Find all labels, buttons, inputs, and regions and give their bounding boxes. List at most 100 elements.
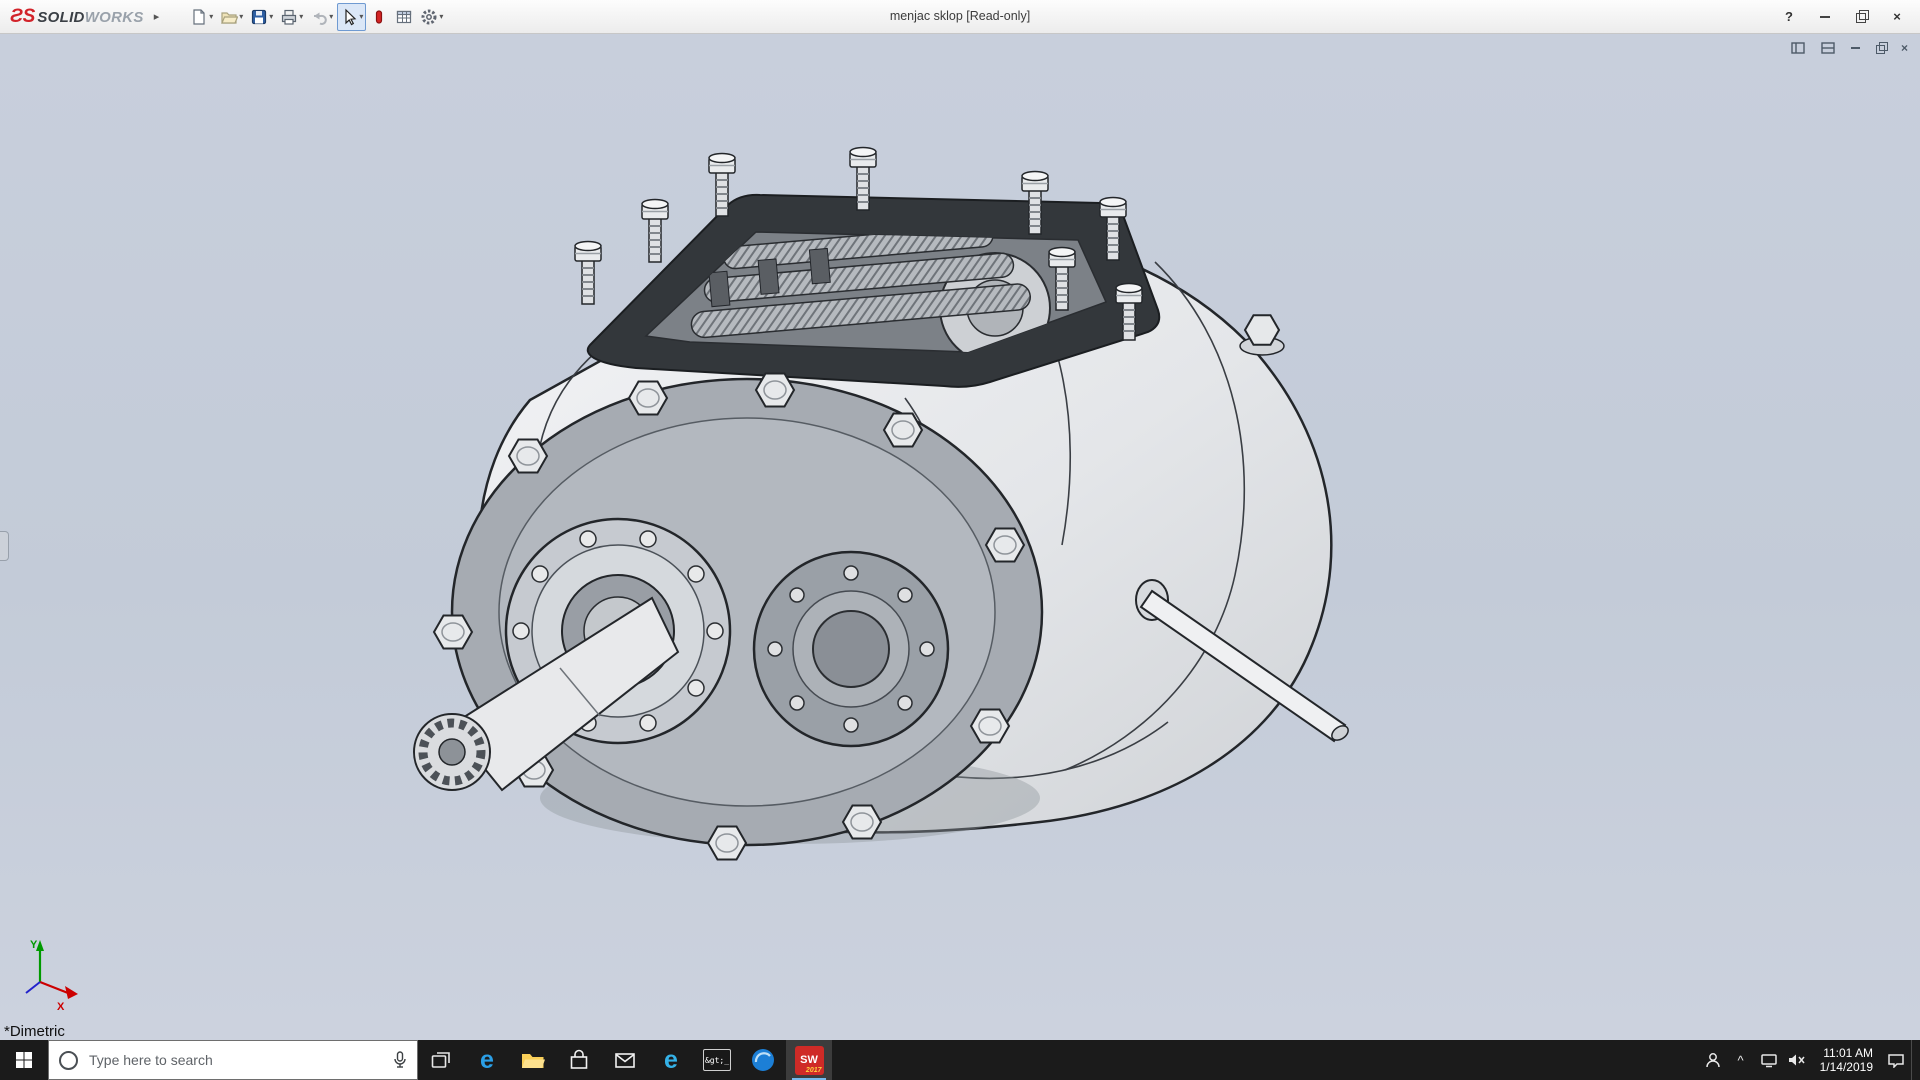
new-document-icon [193, 8, 205, 25]
panel-splitter-handle[interactable] [0, 531, 9, 561]
undo-caret-icon[interactable]: ▾ [329, 12, 333, 21]
doc-pane-button[interactable] [1791, 42, 1805, 54]
network-button[interactable] [1756, 1040, 1782, 1080]
solidworks-year-text: 2017 [805, 1066, 822, 1074]
open-caret-icon[interactable]: ▾ [239, 12, 243, 21]
terminal-icon: &gt;_ [703, 1049, 731, 1071]
solidworks-app-icon: SW 2017 [794, 1045, 824, 1075]
internet-explorer-icon: e [664, 1045, 678, 1074]
hidden-icons-button[interactable]: ^ [1728, 1040, 1754, 1080]
windows-taskbar: e e &gt;_ SW 2017 [0, 1040, 1920, 1080]
doc-restore-icon [1875, 42, 1888, 54]
right-cap-bolt [1239, 314, 1285, 356]
document-title: menjac sklop [Read-only] [889, 9, 1031, 23]
title-bar: ƧS SOLID WORKS ▸ ▾ ▾ ▾ ▾ ▾ ▾ ▾ menjac sk… [0, 0, 1920, 34]
start-button[interactable] [0, 1040, 48, 1080]
task-view-icon [431, 1052, 450, 1068]
app-icon-solidworks[interactable]: SW 2017 [786, 1040, 832, 1080]
app-icon-mail[interactable] [602, 1040, 648, 1080]
file-explorer-icon [522, 1054, 545, 1068]
solidworks-logo: ƧS SOLID WORKS [0, 6, 144, 28]
window-controls: ? × [1782, 7, 1920, 27]
edge-icon: e [480, 1045, 494, 1074]
print-icon [282, 9, 297, 25]
view-orientation-label: *Dimetric [4, 1023, 65, 1040]
solidworks-window: ƧS SOLID WORKS ▸ ▾ ▾ ▾ ▾ ▾ ▾ ▾ menjac sk… [0, 0, 1920, 1080]
doc-split-icon [1821, 42, 1835, 54]
store-icon [570, 1049, 588, 1069]
doc-split-button[interactable] [1821, 42, 1835, 54]
help-button[interactable]: ? [1782, 7, 1796, 27]
gearbox-model: Y X [25, 146, 1349, 1013]
options-button[interactable]: ▾ [417, 3, 446, 31]
app-icon-store[interactable] [556, 1040, 602, 1080]
print-caret-icon[interactable]: ▾ [299, 12, 303, 21]
minimize-icon [1820, 15, 1830, 18]
minimize-button[interactable] [1818, 7, 1832, 27]
save-button[interactable]: ▾ [247, 3, 276, 31]
doc-minimize-icon [1850, 47, 1860, 49]
new-document-button[interactable]: ▾ [187, 3, 216, 31]
quick-access-toolbar: ▾ ▾ ▾ ▾ ▾ ▾ ▾ [187, 2, 446, 31]
doc-minimize-button[interactable] [1850, 47, 1860, 49]
design-table-icon [397, 10, 412, 23]
clock-time: 11:01 AM [1823, 1046, 1873, 1060]
appearance-pill-icon [376, 9, 383, 24]
microphone-icon[interactable] [393, 1051, 407, 1069]
taskbar-search[interactable] [48, 1040, 418, 1080]
blue-app-icon [752, 1049, 774, 1071]
system-tray: ^ 11:01 AM 1/14/2019 [1700, 1040, 1920, 1080]
app-icon-blue-app[interactable] [740, 1040, 786, 1080]
doc-restore-button[interactable] [1875, 42, 1888, 54]
save-floppy-icon [252, 9, 267, 24]
options-caret-icon[interactable]: ▾ [439, 12, 443, 21]
save-caret-icon[interactable]: ▾ [269, 12, 273, 21]
appearance-button[interactable] [367, 3, 391, 31]
show-desktop-button[interactable] [1911, 1040, 1918, 1080]
new-document-caret-icon[interactable]: ▾ [209, 12, 213, 21]
undo-icon [314, 12, 328, 25]
print-button[interactable]: ▾ [277, 3, 306, 31]
select-caret-icon[interactable]: ▾ [359, 12, 363, 21]
triad-y-label: Y [30, 939, 38, 951]
people-icon [1705, 1053, 1720, 1068]
action-center-icon [1888, 1054, 1904, 1068]
search-input[interactable] [87, 1051, 384, 1069]
app-icon-file-explorer[interactable] [510, 1040, 556, 1080]
undo-button[interactable]: ▾ [307, 3, 336, 31]
app-icon-internet-explorer[interactable]: e [648, 1040, 694, 1080]
restore-button[interactable] [1854, 7, 1869, 27]
select-cursor-icon [345, 8, 357, 25]
design-table-button[interactable] [392, 3, 416, 31]
app-icon-edge[interactable]: e [464, 1040, 510, 1080]
brand-works-text: WORKS [84, 8, 144, 26]
taskbar-clock[interactable]: 11:01 AM 1/14/2019 [1812, 1046, 1881, 1074]
select-button[interactable]: ▾ [337, 2, 367, 31]
search-icon [59, 1050, 78, 1070]
graphics-viewport[interactable]: × Y X *Dimetric [0, 33, 1920, 1040]
side-cover-recess [752, 550, 950, 748]
volume-muted-icon [1788, 1054, 1805, 1066]
orientation-triad: Y X [25, 939, 78, 1013]
windows-logo-icon [16, 1052, 32, 1068]
task-view-button[interactable] [418, 1040, 464, 1080]
clock-date: 1/14/2019 [1819, 1060, 1873, 1074]
brand-solid-text: SOLID [37, 8, 85, 26]
open-button[interactable]: ▾ [217, 3, 246, 31]
restore-icon [1856, 10, 1869, 23]
doc-close-button[interactable]: × [1901, 41, 1908, 55]
close-button[interactable]: × [1890, 7, 1904, 27]
solidworks-abbr-text: SW [800, 1054, 818, 1066]
app-icon-terminal[interactable]: &gt;_ [694, 1040, 740, 1080]
document-window-controls: × [1791, 41, 1908, 55]
gear-icon [421, 9, 437, 24]
action-center-button[interactable] [1883, 1040, 1909, 1080]
triad-x-label: X [57, 1001, 65, 1013]
menu-flyout-arrow-icon[interactable]: ▸ [154, 10, 160, 23]
doc-pane-icon [1791, 42, 1805, 54]
network-icon [1760, 1054, 1777, 1068]
volume-button[interactable] [1784, 1040, 1810, 1080]
people-button[interactable] [1700, 1040, 1726, 1080]
open-folder-icon [221, 11, 239, 24]
taskbar-apps: e e &gt;_ SW 2017 [418, 1040, 832, 1080]
